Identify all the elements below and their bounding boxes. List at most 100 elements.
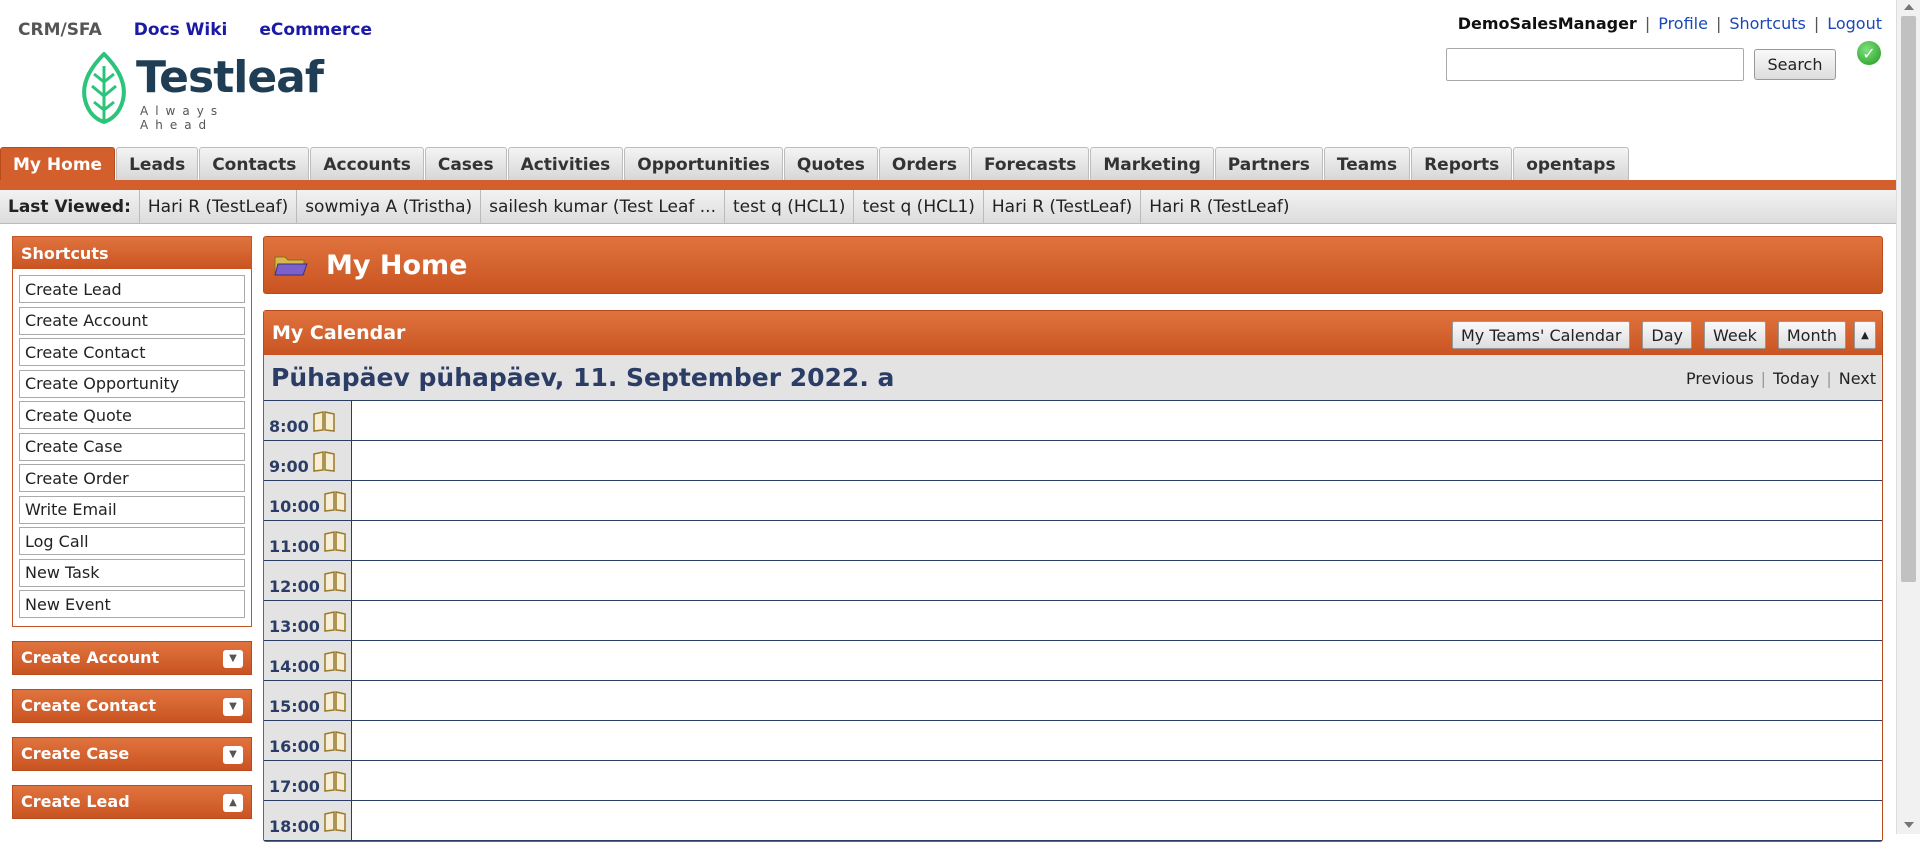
hour-label: 14:00 bbox=[269, 657, 320, 676]
tab-leads[interactable]: Leads bbox=[116, 147, 199, 181]
hour-slot[interactable] bbox=[352, 761, 1882, 800]
tab-marketing[interactable]: Marketing bbox=[1090, 147, 1214, 181]
chevron-down-icon[interactable]: ▼ bbox=[223, 697, 243, 716]
hour-label: 9:00 bbox=[269, 457, 309, 476]
hour-slot[interactable] bbox=[352, 401, 1882, 440]
chevron-down-icon[interactable]: ▼ bbox=[223, 745, 243, 764]
scroll-up-icon[interactable] bbox=[1904, 4, 1914, 10]
tab-opentaps[interactable]: opentaps bbox=[1513, 147, 1629, 181]
last-viewed-item[interactable]: Hari R (TestLeaf) bbox=[984, 190, 1142, 223]
shortcut-write-email[interactable]: Write Email bbox=[19, 495, 245, 524]
docs-wiki-link[interactable]: Docs Wiki bbox=[134, 20, 228, 40]
teams-calendar-button[interactable]: My Teams' Calendar bbox=[1451, 321, 1631, 349]
shortcut-create-opportunity[interactable]: Create Opportunity bbox=[19, 369, 245, 398]
book-icon[interactable] bbox=[323, 490, 347, 512]
tab-my-home[interactable]: My Home bbox=[0, 147, 116, 181]
vertical-scrollbar[interactable] bbox=[1896, 0, 1920, 834]
tab-activities[interactable]: Activities bbox=[507, 147, 624, 181]
hour-slot[interactable] bbox=[352, 801, 1882, 840]
hour-slot[interactable] bbox=[352, 681, 1882, 720]
hour-slot[interactable] bbox=[352, 641, 1882, 680]
hour-slot[interactable] bbox=[352, 521, 1882, 560]
ecommerce-link[interactable]: eCommerce bbox=[259, 20, 372, 40]
create-contact-panel[interactable]: Create Contact ▼ bbox=[12, 688, 252, 723]
book-icon[interactable] bbox=[312, 450, 336, 472]
hour-label-cell: 17:00 bbox=[264, 761, 352, 800]
chevron-up-icon[interactable]: ▲ bbox=[223, 793, 243, 812]
hour-label: 10:00 bbox=[269, 497, 320, 516]
book-icon[interactable] bbox=[323, 570, 347, 592]
book-icon[interactable] bbox=[323, 770, 347, 792]
hour-slot[interactable] bbox=[352, 601, 1882, 640]
previous-link[interactable]: Previous bbox=[1686, 369, 1754, 388]
hour-label-cell: 11:00 bbox=[264, 521, 352, 560]
last-viewed-item[interactable]: test q (HCL1) bbox=[725, 190, 855, 223]
last-viewed-item[interactable]: sailesh kumar (Test Leaf ... bbox=[481, 190, 725, 223]
tab-quotes[interactable]: Quotes bbox=[783, 147, 878, 181]
book-icon[interactable] bbox=[323, 730, 347, 752]
shortcut-create-account[interactable]: Create Account bbox=[19, 306, 245, 335]
next-link[interactable]: Next bbox=[1839, 369, 1876, 388]
scrollbar-thumb[interactable] bbox=[1901, 16, 1916, 582]
book-icon[interactable] bbox=[323, 810, 347, 832]
hour-row: 15:00 bbox=[264, 681, 1882, 721]
panel-title: Create Account bbox=[21, 648, 160, 667]
tab-opportunities[interactable]: Opportunities bbox=[624, 147, 783, 181]
hour-slot[interactable] bbox=[352, 721, 1882, 760]
chevron-down-icon[interactable]: ▼ bbox=[223, 649, 243, 668]
shortcut-create-case[interactable]: Create Case bbox=[19, 432, 245, 461]
shortcut-new-task[interactable]: New Task bbox=[19, 558, 245, 587]
tab-orders[interactable]: Orders bbox=[878, 147, 970, 181]
book-icon[interactable] bbox=[323, 530, 347, 552]
scroll-down-icon[interactable] bbox=[1904, 822, 1914, 828]
shortcut-create-quote[interactable]: Create Quote bbox=[19, 401, 245, 429]
shortcut-create-order[interactable]: Create Order bbox=[19, 464, 245, 492]
last-viewed-item[interactable]: Hari R (TestLeaf) bbox=[140, 190, 298, 223]
month-view-button[interactable]: Month bbox=[1777, 321, 1846, 349]
search-input[interactable] bbox=[1446, 48, 1744, 81]
today-link[interactable]: Today bbox=[1773, 369, 1819, 388]
hour-label-cell: 15:00 bbox=[264, 681, 352, 720]
tab-teams[interactable]: Teams bbox=[1323, 147, 1411, 181]
shortcut-log-call[interactable]: Log Call bbox=[19, 527, 245, 555]
book-icon[interactable] bbox=[323, 690, 347, 712]
shortcut-create-lead[interactable]: Create Lead bbox=[19, 275, 245, 303]
tab-partners[interactable]: Partners bbox=[1214, 147, 1323, 181]
last-viewed-item[interactable]: test q (HCL1) bbox=[854, 190, 984, 223]
shortcut-create-contact[interactable]: Create Contact bbox=[19, 338, 245, 366]
last-viewed-item[interactable]: Hari R (TestLeaf) bbox=[1141, 190, 1297, 223]
logo-name: Testleaf bbox=[136, 52, 324, 103]
tab-cases[interactable]: Cases bbox=[424, 147, 507, 181]
logout-link[interactable]: Logout bbox=[1827, 14, 1882, 33]
hour-label: 18:00 bbox=[269, 817, 320, 836]
testleaf-logo: Testleaf Always Ahead bbox=[78, 52, 324, 132]
hour-label: 16:00 bbox=[269, 737, 320, 756]
book-icon[interactable] bbox=[312, 410, 336, 432]
hour-row: 18:00 bbox=[264, 801, 1882, 841]
shortcut-new-event[interactable]: New Event bbox=[19, 590, 245, 618]
week-view-button[interactable]: Week bbox=[1704, 321, 1766, 349]
tab-reports[interactable]: Reports bbox=[1411, 147, 1513, 181]
tab-forecasts[interactable]: Forecasts bbox=[970, 147, 1090, 181]
hour-slot[interactable] bbox=[352, 561, 1882, 600]
hour-slot[interactable] bbox=[352, 481, 1882, 520]
page-title-bar: My Home bbox=[263, 236, 1883, 294]
search-button[interactable]: Search bbox=[1754, 49, 1836, 80]
shortcuts-link[interactable]: Shortcuts bbox=[1729, 14, 1805, 33]
hour-slot[interactable] bbox=[352, 441, 1882, 480]
user-bar: DemoSalesManager | Profile | Shortcuts |… bbox=[1458, 14, 1882, 33]
hour-row: 9:00 bbox=[264, 441, 1882, 481]
hour-row: 8:00 bbox=[264, 401, 1882, 441]
separator: | bbox=[1760, 369, 1767, 388]
chevron-up-icon[interactable]: ▲ bbox=[1854, 321, 1876, 349]
day-view-button[interactable]: Day bbox=[1642, 321, 1692, 349]
last-viewed-item[interactable]: sowmiya A (Tristha) bbox=[297, 190, 482, 223]
create-account-panel[interactable]: Create Account ▼ bbox=[12, 640, 252, 675]
book-icon[interactable] bbox=[323, 610, 347, 632]
tab-contacts[interactable]: Contacts bbox=[199, 147, 310, 181]
tab-accounts[interactable]: Accounts bbox=[310, 147, 424, 181]
create-lead-panel[interactable]: Create Lead ▲ bbox=[12, 784, 252, 819]
profile-link[interactable]: Profile bbox=[1658, 14, 1708, 33]
book-icon[interactable] bbox=[323, 650, 347, 672]
create-case-panel[interactable]: Create Case ▼ bbox=[12, 736, 252, 771]
